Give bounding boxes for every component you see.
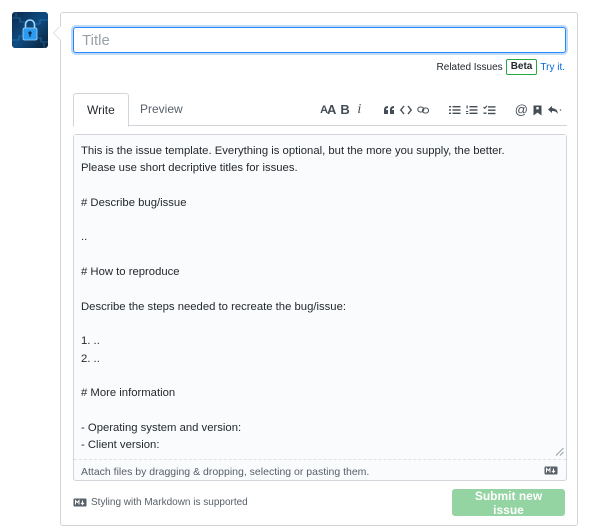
- editor-tabs: Write Preview AA B i @: [73, 93, 567, 127]
- markdown-note-label: Styling with Markdown is supported: [91, 497, 248, 508]
- bold-icon[interactable]: B: [340, 103, 349, 117]
- related-issues: Related Issues Beta Try it.: [437, 59, 565, 75]
- submit-issue-button[interactable]: Submit new issue: [452, 489, 565, 517]
- title-input[interactable]: [73, 27, 566, 53]
- code-icon[interactable]: [399, 105, 412, 115]
- markdown-icon: [73, 498, 87, 507]
- markdown-icon: [544, 466, 558, 475]
- reference-icon[interactable]: [533, 105, 542, 116]
- tab-preview[interactable]: Preview: [127, 93, 196, 126]
- task-list-icon[interactable]: [482, 105, 496, 115]
- beta-badge: Beta: [505, 59, 538, 75]
- attach-files-hint[interactable]: Attach files by dragging & dropping, sel…: [81, 466, 369, 478]
- unordered-list-icon[interactable]: [448, 105, 461, 115]
- markdown-support-note[interactable]: Styling with Markdown is supported: [73, 497, 248, 508]
- lock-icon: [12, 12, 48, 48]
- link-icon[interactable]: [417, 105, 430, 115]
- related-issues-label: Related Issues: [436, 61, 503, 73]
- avatar[interactable]: [12, 12, 48, 48]
- ordered-list-icon[interactable]: [465, 105, 478, 115]
- quote-icon[interactable]: [383, 105, 395, 115]
- mention-icon[interactable]: @: [515, 103, 528, 117]
- resize-handle-icon[interactable]: [555, 447, 564, 456]
- markdown-toolbar: AA B i @: [301, 101, 563, 119]
- new-issue-form: Related Issues Beta Try it. Write Previe…: [53, 12, 578, 526]
- comment-editor: This is the issue template. Everything i…: [73, 134, 567, 481]
- try-it-link[interactable]: Try it.: [540, 62, 565, 73]
- issue-body-textarea[interactable]: This is the issue template. Everything i…: [74, 135, 566, 460]
- header-icon[interactable]: AA: [320, 103, 336, 117]
- italic-icon[interactable]: i: [355, 103, 364, 117]
- tab-write[interactable]: Write: [73, 93, 129, 127]
- reply-icon[interactable]: [547, 105, 563, 115]
